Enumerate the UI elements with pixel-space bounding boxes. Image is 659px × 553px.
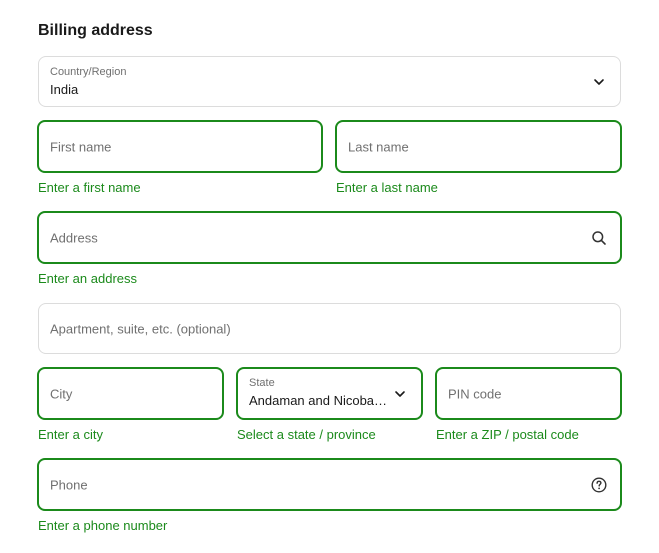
search-icon[interactable] bbox=[591, 230, 607, 246]
state-value: Andaman and Nicoba… bbox=[249, 393, 388, 408]
phone-field[interactable]: Phone bbox=[37, 458, 622, 511]
apartment-placeholder: Apartment, suite, etc. (optional) bbox=[50, 321, 231, 336]
chevron-down-icon bbox=[591, 74, 607, 90]
state-error: Select a state / province bbox=[237, 427, 376, 442]
first-name-error: Enter a first name bbox=[38, 180, 141, 195]
pin-code-error: Enter a ZIP / postal code bbox=[436, 427, 579, 442]
phone-error: Enter a phone number bbox=[38, 518, 168, 533]
country-value: India bbox=[50, 82, 79, 97]
state-select[interactable]: State Andaman and Nicoba… bbox=[236, 367, 423, 420]
address-field[interactable]: Address bbox=[37, 211, 622, 264]
pin-code-placeholder: PIN code bbox=[448, 386, 502, 401]
address-error: Enter an address bbox=[38, 271, 138, 286]
country-select[interactable]: Country/Region India bbox=[38, 56, 621, 107]
city-error: Enter a city bbox=[38, 427, 104, 442]
city-placeholder: City bbox=[50, 386, 73, 401]
state-label: State bbox=[249, 377, 275, 389]
first-name-field[interactable]: First name bbox=[37, 120, 323, 173]
last-name-field[interactable]: Last name bbox=[335, 120, 622, 173]
last-name-error: Enter a last name bbox=[336, 180, 438, 195]
city-field[interactable]: City bbox=[37, 367, 224, 420]
chevron-down-icon bbox=[392, 386, 408, 402]
country-label: Country/Region bbox=[50, 66, 127, 78]
help-circle-icon[interactable] bbox=[591, 476, 607, 493]
pin-code-field[interactable]: PIN code bbox=[435, 367, 622, 420]
apartment-field[interactable]: Apartment, suite, etc. (optional) bbox=[38, 303, 621, 354]
last-name-placeholder: Last name bbox=[348, 139, 409, 154]
address-placeholder: Address bbox=[50, 230, 98, 245]
first-name-placeholder: First name bbox=[50, 139, 112, 154]
billing-address-heading: Billing address bbox=[38, 22, 153, 39]
phone-placeholder: Phone bbox=[50, 477, 88, 492]
